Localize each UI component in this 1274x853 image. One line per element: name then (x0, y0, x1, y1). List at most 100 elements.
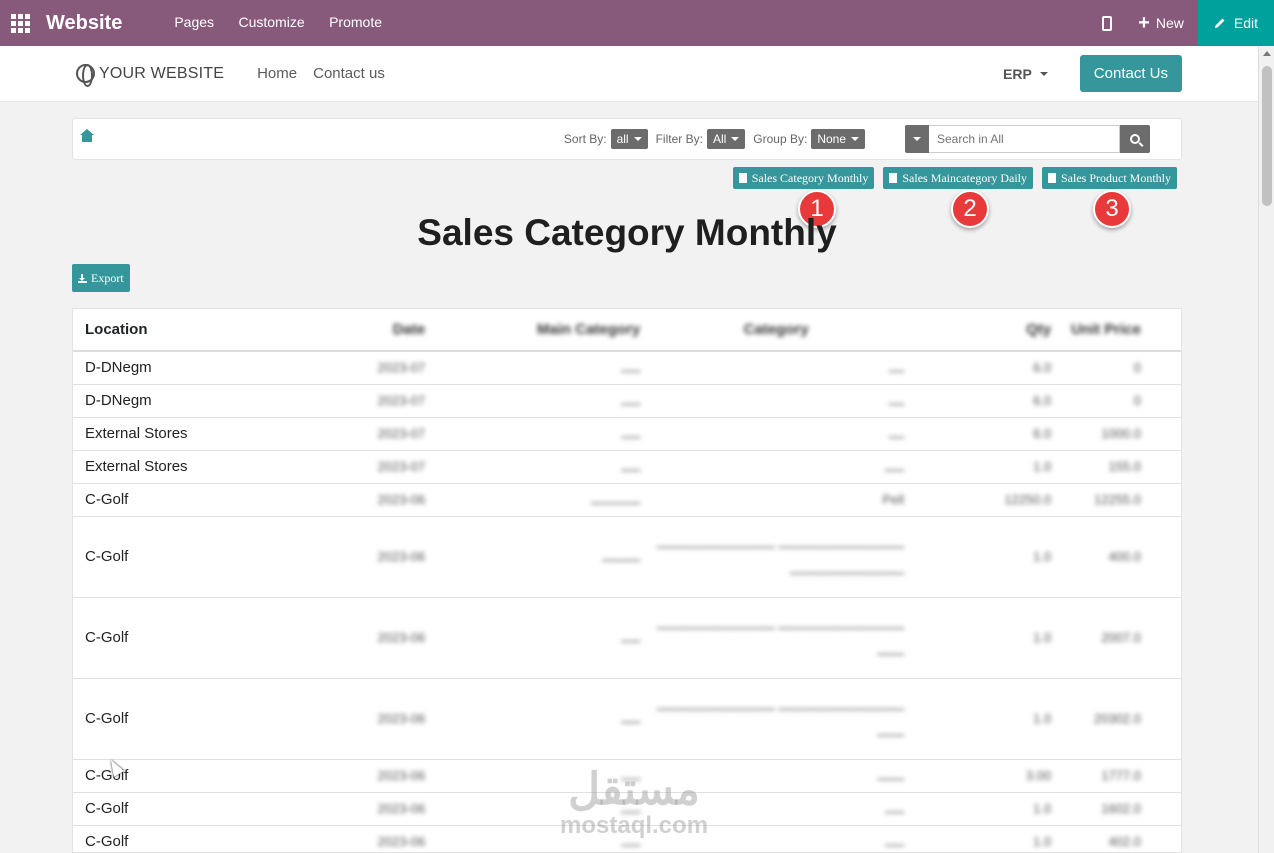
sort-by-value: all (616, 132, 629, 146)
col-qty[interactable]: Qty (912, 309, 1060, 352)
cell-main-category: ـــــ (435, 350, 649, 384)
site-nav: Home Contact us (257, 65, 401, 82)
cell-qty: 1.0 (912, 449, 1060, 483)
cell-unit-price: 20302.0 (1059, 677, 1181, 759)
cell-qty: 1.0 (912, 677, 1060, 759)
scroll-up-arrow-icon[interactable] (1262, 51, 1271, 56)
sort-by-label: Sort By: (563, 132, 607, 146)
cell-unit-price: 2007.0 (1059, 596, 1181, 678)
cell-qty: 1.0 (912, 515, 1060, 597)
search-input[interactable] (929, 125, 1120, 153)
sales-maincategory-daily-button[interactable]: Sales Maincategory Daily (883, 167, 1033, 189)
erp-dropdown[interactable]: ERP (1003, 66, 1048, 82)
report-label: Sales Product Monthly (1061, 170, 1171, 185)
cell-unit-price: 0 (1059, 383, 1181, 417)
cell-category: ـــــ (648, 449, 913, 483)
watermark-arabic: مستقل (568, 765, 700, 814)
app-brand[interactable]: Website (46, 12, 122, 35)
cell-main-category: ـــــ (435, 449, 649, 483)
caret-down-icon (851, 137, 859, 141)
col-main-category[interactable]: Main Category (435, 309, 649, 352)
cell-unit-price: 402.0 (1059, 824, 1181, 852)
filter-by-dropdown[interactable]: All (706, 129, 746, 149)
search-button[interactable] (1120, 125, 1150, 153)
col-date[interactable]: Date (313, 309, 436, 352)
pencil-icon (1214, 18, 1225, 28)
site-logo[interactable]: YOUR WEBSITE (76, 64, 224, 87)
cell-category: ــــ (648, 383, 913, 417)
export-button[interactable]: Export (72, 264, 130, 292)
cell-main-category: ـــــ (435, 596, 649, 678)
table-row: D-DNegm 2023-07 ـــــ ــــ 6.0 0 (73, 350, 1181, 384)
contact-us-button[interactable]: Contact Us (1079, 55, 1182, 92)
file-icon (889, 173, 898, 183)
admin-bar: Website Pages Customize Promote + New Ed… (0, 0, 1274, 46)
cell-date: 2023-07 (313, 350, 436, 384)
cell-qty: 1.0 (912, 791, 1060, 825)
table-row: C-Golf 2023-06 ـــــــــــــ Pell 12250.0 122… (73, 482, 1181, 516)
nav-home[interactable]: Home (257, 65, 297, 82)
filter-by-label: Filter By: (655, 132, 703, 146)
cell-unit-price: 12255.0 (1059, 482, 1181, 516)
cell-category: ـــــــــــــــــــــــــــــــــ ــــــ… (648, 596, 913, 678)
caret-down-icon (913, 137, 921, 141)
cell-location: C-Golf (73, 677, 314, 759)
cell-qty: 6.0 (912, 416, 1060, 450)
scroll-thumb[interactable] (1262, 66, 1272, 206)
new-button[interactable]: + New (1138, 13, 1184, 33)
cell-date: 2023-06 (313, 482, 436, 516)
cell-qty: 3.00 (912, 758, 1060, 792)
nav-contact-us[interactable]: Contact us (313, 65, 385, 82)
table-row: External Stores 2023-07 ـــــ ـــــ 1.0 155.0 (73, 449, 1181, 483)
group-by-dropdown[interactable]: None (811, 129, 865, 149)
apps-grid-icon[interactable] (0, 0, 40, 46)
caret-down-icon (731, 137, 740, 141)
cell-location: C-Golf (73, 791, 314, 825)
edit-button[interactable]: Edit (1197, 0, 1274, 46)
nav-customize[interactable]: Customize (238, 14, 304, 30)
search-scope-dropdown[interactable] (905, 125, 929, 153)
col-location[interactable]: Location (73, 309, 314, 352)
cell-unit-price: 155.0 (1059, 449, 1181, 483)
home-icon[interactable] (80, 129, 94, 145)
group-by-label: Group By: (753, 132, 808, 146)
cell-unit-price: 400.0 (1059, 515, 1181, 597)
report-label: Sales Category Monthly (751, 170, 869, 185)
report-buttons: Sales Category Monthly Sales Maincategor… (724, 167, 1177, 189)
cell-category: Pell (648, 482, 913, 516)
caret-down-icon (1039, 71, 1048, 76)
cell-unit-price: 1777.0 (1059, 758, 1181, 792)
cell-date: 2023-06 (313, 758, 436, 792)
cell-date: 2023-06 (313, 515, 436, 597)
nav-pages[interactable]: Pages (174, 14, 214, 30)
sort-by-dropdown[interactable]: all (610, 129, 648, 149)
cell-location: C-Golf (73, 596, 314, 678)
caret-down-icon (633, 137, 642, 141)
cell-main-category: ــــــــــ (435, 515, 649, 597)
sales-product-monthly-button[interactable]: Sales Product Monthly (1042, 167, 1177, 189)
table-row: C-Golf2023-06ـــــــــــــــــــــــــــ… (73, 515, 1181, 597)
cell-category: ــــ (648, 350, 913, 384)
col-category[interactable]: Category (648, 309, 913, 352)
watermark: مستقل mostaql.com (560, 768, 708, 840)
search-group (905, 125, 1150, 153)
nav-promote[interactable]: Promote (329, 14, 382, 30)
mobile-preview-icon[interactable] (1102, 15, 1113, 31)
cell-category: ـــــــــــــــــــــــــــــــــ ــــــ… (648, 677, 913, 759)
cell-date: 2023-06 (313, 791, 436, 825)
page-title: Sales Category Monthly (417, 212, 837, 253)
sales-category-monthly-button[interactable]: Sales Category Monthly (732, 167, 875, 189)
cell-qty: 6.0 (912, 350, 1060, 384)
col-unit-price[interactable]: Unit Price (1059, 309, 1181, 352)
report-label: Sales Maincategory Daily (902, 170, 1027, 185)
cell-category: ــــ (648, 416, 913, 450)
table-row: C-Golf2023-06ـــــــــــــــــــــــــــ… (73, 596, 1181, 678)
cell-main-category: ـــــ (435, 677, 649, 759)
cell-main-category: ـــــ (435, 416, 649, 450)
site-header: YOUR WEBSITE Home Contact us ERP Contact… (0, 46, 1258, 102)
cell-qty: 12250.0 (912, 482, 1060, 516)
file-icon (1048, 173, 1056, 183)
watermark-latin: mostaql.com (560, 812, 709, 839)
erp-label: ERP (1003, 65, 1032, 82)
page-scrollbar[interactable] (1258, 46, 1274, 853)
